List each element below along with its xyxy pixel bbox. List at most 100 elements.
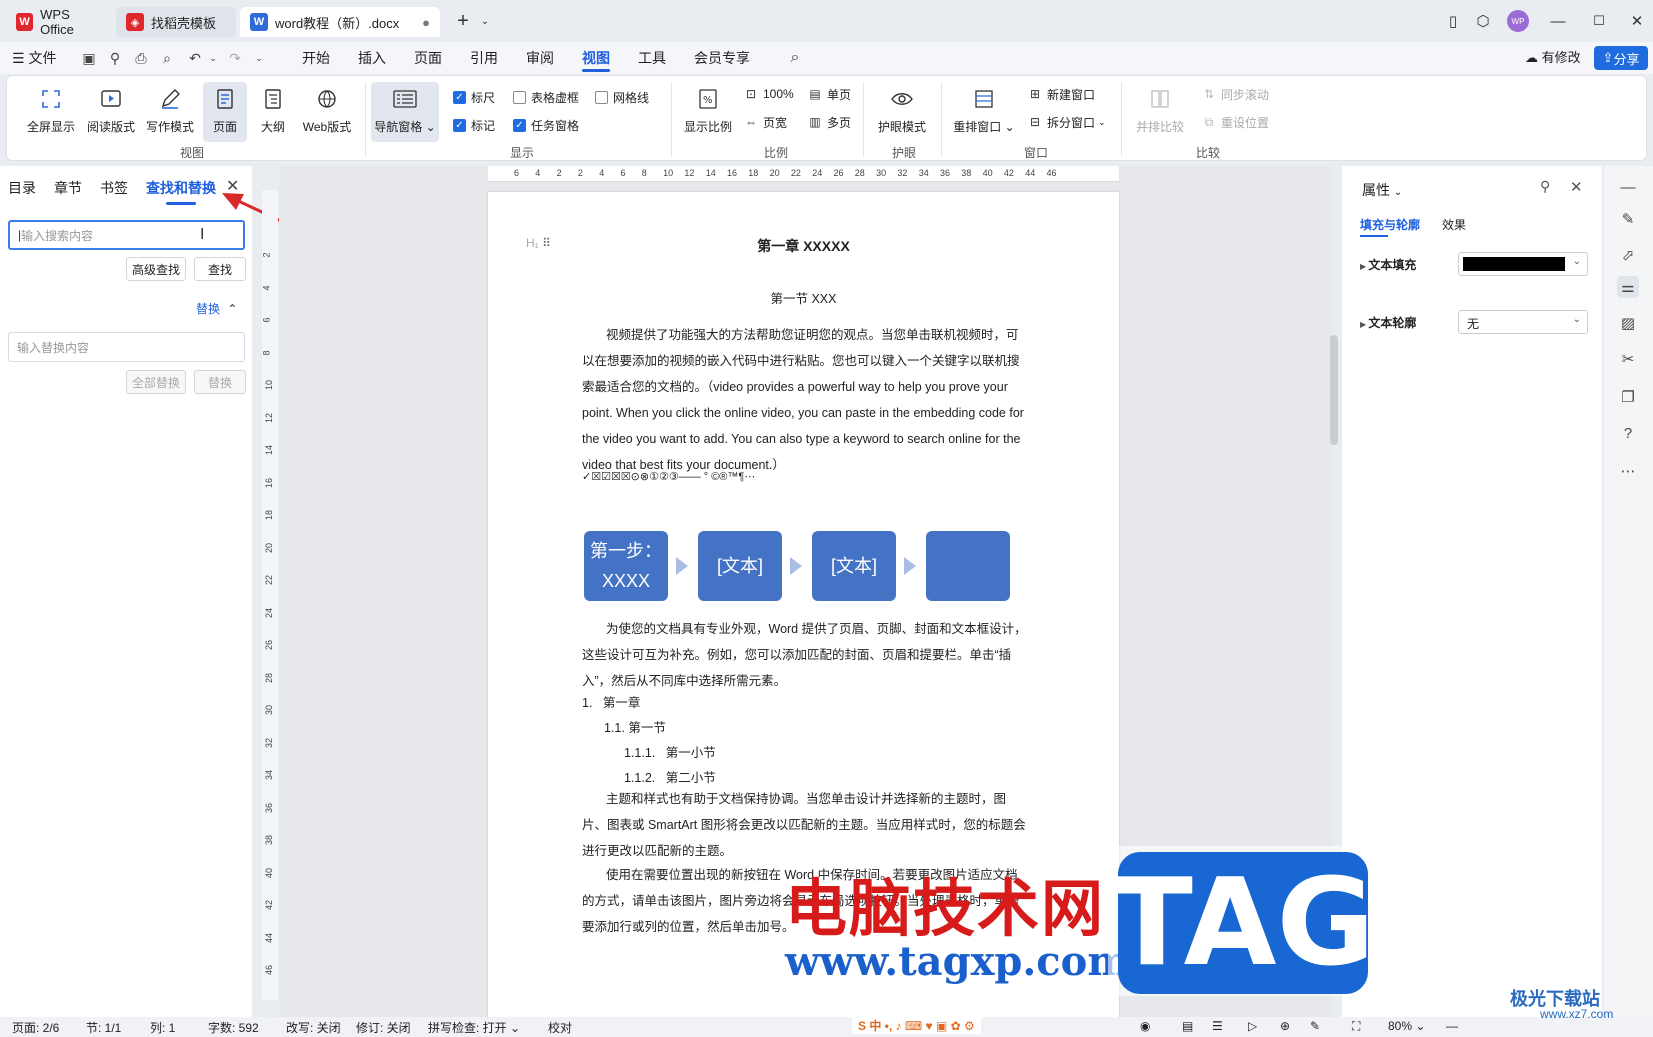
status-proofread[interactable]: 校对: [548, 1019, 572, 1036]
properties-title-label: 属性: [1362, 182, 1390, 198]
ruler-tick: 14: [264, 444, 275, 456]
flow-step-1[interactable]: 第一步：XXXX: [584, 531, 668, 601]
pen-status-icon[interactable]: ✎: [1310, 1019, 1320, 1033]
web-status-icon[interactable]: ⊕: [1280, 1019, 1290, 1033]
fit-icon[interactable]: ⛶: [1352, 1019, 1360, 1034]
ruler-tick: 10: [264, 379, 275, 391]
ruler-tick: 8: [641, 168, 647, 178]
status-track-changes[interactable]: 修订: 关闭: [356, 1019, 411, 1036]
list-text: 第一章: [602, 696, 641, 710]
ruler-tick: 2: [261, 252, 272, 258]
scrollbar-thumb[interactable]: [1330, 335, 1338, 445]
ruler-tick: 20: [769, 168, 780, 178]
tab-effects[interactable]: 效果: [1442, 216, 1466, 233]
style-icon[interactable]: ▨: [1617, 312, 1639, 334]
ruler-tick: 28: [264, 672, 275, 683]
ruler-tick: 42: [1003, 168, 1014, 178]
properties-sliders-icon[interactable]: ⚌: [1617, 276, 1639, 298]
flow-arrow-icon: [904, 557, 916, 575]
text-fill-label[interactable]: ▶ 文本填充: [1360, 256, 1416, 273]
status-word-count[interactable]: 字数: 592: [208, 1019, 259, 1036]
close-panel-icon[interactable]: ✕: [1570, 178, 1583, 196]
text-fill-select[interactable]: ⌄: [1458, 252, 1588, 276]
select-cursor-icon[interactable]: ⬀: [1617, 244, 1639, 266]
ruler-tick: 46: [264, 964, 275, 976]
book-icon[interactable]: ❐: [1617, 386, 1639, 408]
ruler-tick: 10: [663, 168, 674, 178]
symbols-line: ✓☒☑☒☒⊙⊗①②③—— ° ©®™¶⋯: [582, 471, 756, 483]
ruler-tick: 32: [897, 168, 908, 178]
ruler-tick: 34: [264, 769, 275, 781]
zoom-out-icon[interactable]: —: [1446, 1019, 1458, 1033]
list-number: 1.: [582, 696, 593, 710]
ruler-tick: 40: [982, 168, 993, 178]
ruler-tick: 26: [833, 168, 844, 178]
list-item: 1.1.1. 第一小节: [624, 742, 716, 761]
section-title: 第一节 XXX: [770, 292, 837, 306]
ruler-tick: 8: [261, 349, 272, 356]
ruler-tick: 34: [918, 168, 929, 178]
ruler-tick: 44: [1025, 168, 1036, 178]
properties-title[interactable]: 属性 ⌄: [1362, 180, 1402, 200]
list-item: 1. 第一章: [582, 692, 640, 711]
more-icon[interactable]: ⋯: [1617, 460, 1639, 482]
text-outline-label[interactable]: ▶ 文本轮廓: [1360, 314, 1416, 331]
ruler-tick: 14: [705, 168, 716, 178]
ruler-tick: 46: [1046, 168, 1057, 178]
ruler-tick: 12: [264, 412, 275, 423]
right-toolbar: — ✎ ⬀ ⚌ ▨ ✂ ❐ ? ⋯: [1604, 166, 1653, 1017]
help-icon[interactable]: ?: [1617, 422, 1639, 444]
ime-toolbar[interactable]: S 中 •, ♪ ⌨ ♥ ▣ ✿ ⚙: [852, 1017, 981, 1034]
list-item: 1.1.2. 第二小节: [624, 767, 716, 786]
spell-check-label: 拼写检查: 打开: [428, 1021, 507, 1035]
ruler-tick: 26: [264, 639, 275, 651]
ruler-tick: 44: [264, 932, 275, 943]
ruler-tick: 16: [264, 477, 275, 488]
ruler-tick: 22: [790, 168, 801, 178]
text-fill-text: 文本填充: [1368, 258, 1417, 272]
flow-step-4[interactable]: [926, 531, 1010, 601]
eye-status-icon[interactable]: ◉: [1140, 1019, 1150, 1033]
tab-fill-outline[interactable]: 填充与轮廓: [1360, 216, 1420, 233]
paragraph-1: 视频提供了功能强大的方法帮助您证明您的观点。当您单击联机视频时，可以在想要添加的…: [582, 328, 1024, 472]
active-tab-indicator: [1360, 235, 1388, 237]
status-page[interactable]: 页面: 2/6: [12, 1019, 59, 1036]
ruler-tick: 12: [684, 168, 695, 178]
ruler-tick: 2: [556, 168, 562, 178]
watermark-xz-url: www.xz7.com: [1540, 1007, 1614, 1021]
list-number: 1.1.: [604, 721, 625, 735]
collapse-icon[interactable]: —: [1617, 176, 1639, 198]
ruler-tick: 16: [727, 168, 738, 178]
list-number: 1.1.2.: [624, 771, 656, 785]
status-section: 节: 1/1: [86, 1021, 122, 1035]
page-view-status-icon[interactable]: ▤: [1182, 1019, 1193, 1033]
color-swatch: [1463, 257, 1565, 271]
ruler-tick: 6: [261, 317, 272, 323]
flow-step-2[interactable]: [文本]: [698, 531, 782, 601]
ruler-tick: 30: [264, 704, 275, 716]
zoom-level[interactable]: 80% ⌄: [1388, 1019, 1425, 1033]
outline-status-icon[interactable]: ☰: [1212, 1019, 1223, 1033]
chevron-down-icon: ⌄: [1572, 314, 1581, 325]
status-spell-check[interactable]: 拼写检查: 打开 ⌄: [428, 1019, 520, 1036]
edit-pen-icon[interactable]: ✎: [1617, 208, 1639, 230]
status-bar: 页面: 2/6 节: 1/1 列: 1 字数: 592 改写: 关闭 修订: 关…: [0, 1017, 1653, 1037]
ruler-tick: 6: [514, 168, 520, 178]
ruler-tick: 38: [264, 834, 275, 846]
zoom-value: 80%: [1388, 1019, 1413, 1033]
status-overwrite[interactable]: 改写: 关闭: [286, 1019, 341, 1036]
ruler-tick: 28: [854, 168, 865, 178]
paragraph-3: 主题和样式也有助于文档保持协调。当您单击设计并选择新的主题时，图片、图表或 Sm…: [582, 792, 1026, 858]
ruler-tick: 36: [264, 802, 275, 813]
watermark-tag-logo: TAG: [1111, 852, 1375, 994]
pin-icon[interactable]: ⚲: [1540, 178, 1550, 195]
flow-step-3[interactable]: [文本]: [812, 531, 896, 601]
paragraph-2: 为使您的文档具有专业外观，Word 提供了页眉、页脚、封面和文本框设计，这些设计…: [582, 622, 1027, 688]
ruler-tick: 4: [535, 168, 541, 178]
ruler-tick: 36: [940, 168, 951, 178]
play-icon[interactable]: ▷: [1248, 1019, 1257, 1033]
text-outline-select[interactable]: 无 ⌄: [1458, 310, 1588, 334]
list-item: 1.1. 第一节: [604, 717, 666, 736]
ruler-tick: 18: [264, 509, 275, 521]
tools-icon[interactable]: ✂: [1617, 348, 1639, 370]
